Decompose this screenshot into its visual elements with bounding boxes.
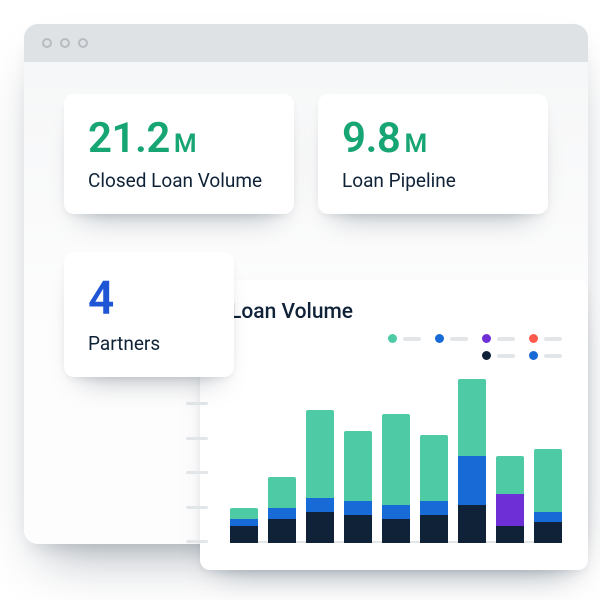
chart-bar: [382, 414, 410, 544]
bar-segment: [268, 477, 296, 509]
window-titlebar: [24, 24, 588, 62]
legend-item: [482, 351, 515, 360]
metric-value: 9.8: [342, 114, 400, 163]
chart-area: [230, 368, 562, 543]
chart-bar: [496, 456, 524, 544]
chart-bar: [420, 435, 448, 544]
closed-loan-volume-value: 21.2 M: [88, 114, 270, 163]
chart-bar: [230, 508, 258, 543]
bar-segment: [382, 505, 410, 519]
legend-swatch-icon: [482, 334, 491, 343]
bar-segment: [458, 456, 486, 505]
metric-label: Closed Loan Volume: [88, 169, 270, 192]
partners-value: 4: [88, 272, 210, 326]
chart-bar: [306, 410, 334, 543]
bar-segment: [268, 519, 296, 544]
bar-segment: [534, 449, 562, 512]
bar-segment: [306, 512, 334, 544]
legend-swatch-icon: [529, 334, 538, 343]
bar-segment: [458, 379, 486, 456]
window-dot-icon: [42, 38, 52, 48]
gridline-icon: [186, 402, 208, 405]
metric-value: 21.2: [88, 114, 170, 163]
bar-segment: [344, 515, 372, 543]
legend-dash-icon: [544, 354, 562, 358]
metric-label: Partners: [88, 332, 210, 355]
legend-item: [388, 334, 421, 343]
metrics-row: 21.2 M Closed Loan Volume 9.8 M Loan Pip…: [24, 62, 588, 214]
metric-unit: M: [404, 129, 427, 159]
bar-segment: [382, 519, 410, 544]
bar-segment: [420, 435, 448, 502]
legend-swatch-icon: [482, 351, 491, 360]
gridline-icon: [186, 540, 208, 543]
window-dot-icon: [78, 38, 88, 48]
bar-segment: [306, 410, 334, 498]
legend-dash-icon: [450, 337, 468, 341]
chart-bar: [458, 379, 486, 544]
chart-bar: [268, 477, 296, 544]
chart-legend: [362, 334, 562, 360]
loan-pipeline-card: 9.8 M Loan Pipeline: [318, 94, 548, 214]
legend-swatch-icon: [529, 351, 538, 360]
legend-item: [529, 334, 562, 343]
legend-item: [529, 351, 562, 360]
bar-segment: [420, 515, 448, 543]
bar-segment: [268, 508, 296, 519]
app-window: 21.2 M Closed Loan Volume 9.8 M Loan Pip…: [24, 24, 588, 544]
chart-bar: [344, 431, 372, 543]
bar-segment: [230, 519, 258, 526]
metric-label: Loan Pipeline: [342, 169, 524, 192]
window-dot-icon: [60, 38, 70, 48]
bar-segment: [382, 414, 410, 505]
bar-segment: [420, 501, 448, 515]
bar-segment: [496, 526, 524, 544]
legend-dash-icon: [497, 337, 515, 341]
metric-unit: M: [174, 129, 197, 159]
legend-dash-icon: [497, 354, 515, 358]
bar-segment: [496, 494, 524, 526]
gridline-icon: [186, 437, 208, 440]
legend-dash-icon: [403, 337, 421, 341]
legend-swatch-icon: [435, 334, 444, 343]
chart-title: Loan Volume: [230, 300, 562, 324]
bar-segment: [458, 505, 486, 544]
loan-pipeline-value: 9.8 M: [342, 114, 524, 163]
metric-value: 4: [88, 272, 114, 326]
gridline-icon: [186, 506, 208, 509]
bar-segment: [344, 431, 372, 501]
bar-segment: [534, 522, 562, 543]
gridline-icon: [186, 471, 208, 474]
chart-bars: [230, 368, 562, 543]
bar-segment: [344, 501, 372, 515]
bar-segment: [496, 456, 524, 495]
closed-loan-volume-card: 21.2 M Closed Loan Volume: [64, 94, 294, 214]
legend-item: [435, 334, 468, 343]
bar-segment: [534, 512, 562, 523]
loan-volume-chart-card: Loan Volume: [200, 280, 588, 570]
bar-segment: [230, 508, 258, 519]
legend-item: [482, 334, 515, 343]
partners-card: 4 Partners: [64, 252, 234, 377]
bar-segment: [230, 526, 258, 544]
chart-bar: [534, 449, 562, 544]
legend-swatch-icon: [388, 334, 397, 343]
bar-segment: [306, 498, 334, 512]
legend-dash-icon: [544, 337, 562, 341]
